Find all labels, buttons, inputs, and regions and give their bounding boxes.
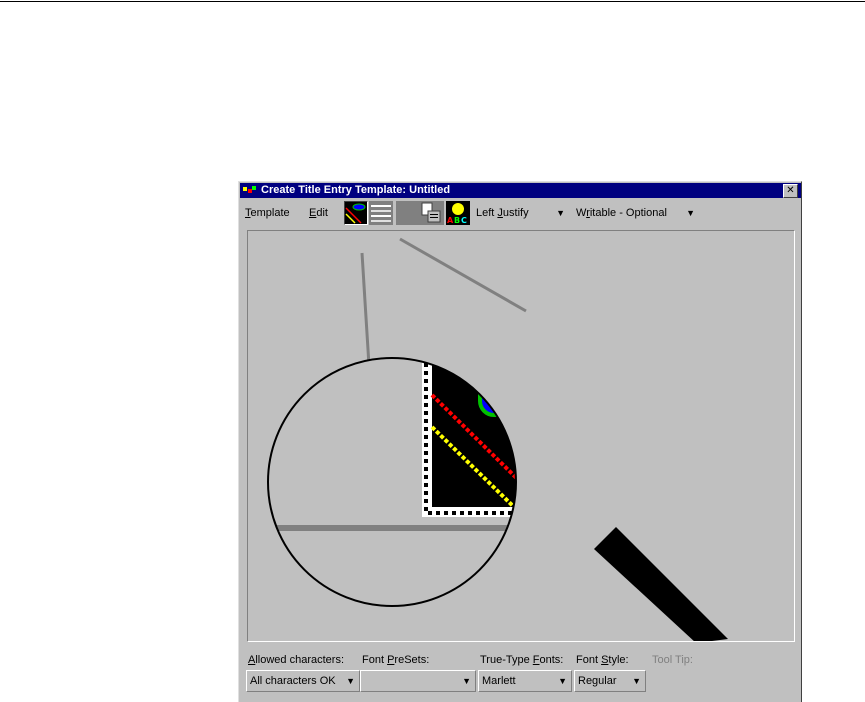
menu-template-label: emplate xyxy=(250,207,290,219)
magnifier-lens-content: TVG xyxy=(268,358,536,606)
label-style-post: tyle: xyxy=(608,654,629,666)
chevron-down-icon: ▼ xyxy=(632,676,641,686)
justify-label-post: ustify xyxy=(502,207,529,219)
label-presets-pre: Font xyxy=(362,654,388,666)
chevron-down-icon: ▼ xyxy=(556,208,565,218)
label-font-style: Font Style: xyxy=(576,654,629,666)
svg-text:B: B xyxy=(454,216,460,225)
title-bar[interactable]: Create Title Entry Template: Untitled ✕ xyxy=(240,183,801,198)
writable-label-pre: W xyxy=(576,207,587,219)
page-layout-icon[interactable] xyxy=(420,201,444,225)
font-style-value: Regular xyxy=(578,675,617,687)
badge-text: TVG xyxy=(496,385,536,410)
label-presets-post: reSets: xyxy=(394,654,430,666)
text-color-abc-icon[interactable]: A B C xyxy=(446,201,470,225)
menu-edit-label: dit xyxy=(316,207,328,219)
label-allowed-post: llowed characters: xyxy=(255,654,344,666)
font-style-select[interactable]: Regular ▼ xyxy=(574,670,646,692)
label-truetype-fonts: True-Type Fonts: xyxy=(480,654,563,666)
writable-dropdown[interactable]: Writable - Optional ▼ xyxy=(573,203,699,223)
menu-edit[interactable]: Edit xyxy=(309,207,328,219)
magnifier-illustration: TVG xyxy=(267,237,728,641)
label-font-presets: Font PreSets: xyxy=(362,654,429,666)
chevron-down-icon: ▼ xyxy=(686,208,695,218)
writable-label-post: itable - Optional xyxy=(589,207,667,219)
menu-template[interactable]: Template xyxy=(245,207,290,219)
blank-tool-icon[interactable] xyxy=(396,201,420,225)
svg-text:A: A xyxy=(447,216,454,225)
bottom-fields: All characters OK ▼ ▼ Marlett ▼ Regular … xyxy=(239,670,801,694)
label-allowed-characters: Allowed characters: xyxy=(248,654,344,666)
label-truetype-mnemonic: F xyxy=(532,654,540,666)
close-icon[interactable]: ✕ xyxy=(783,184,798,198)
app-icon xyxy=(243,186,256,193)
label-truetype-post: onts: xyxy=(539,654,564,666)
label-tool-tip: Tool Tip: xyxy=(652,654,693,666)
chevron-down-icon: ▼ xyxy=(346,676,355,686)
truetype-fonts-select[interactable]: Marlett ▼ xyxy=(478,670,572,692)
justify-label-pre: Left xyxy=(476,207,498,219)
page-top-rule xyxy=(0,1,865,2)
template-window: Create Title Entry Template: Untitled ✕ … xyxy=(238,181,802,702)
zoom-guide-line-right xyxy=(399,237,527,313)
chevron-down-icon: ▼ xyxy=(558,676,567,686)
bottom-labels: Allowed characters: Font PreSets: True-T… xyxy=(239,654,801,668)
template-canvas[interactable]: TVG xyxy=(247,230,795,642)
allowed-characters-value: All characters OK xyxy=(250,675,336,687)
toolbar: Template Edit A B C Left Justify ▼ Writa… xyxy=(240,199,801,227)
window-title: Create Title Entry Template: Untitled xyxy=(261,184,451,196)
label-truetype-pre: True-Type xyxy=(480,654,533,666)
truetype-fonts-value: Marlett xyxy=(482,675,516,687)
justify-dropdown[interactable]: Left Justify ▼ xyxy=(473,203,569,223)
draw-tools-icon[interactable] xyxy=(344,201,368,225)
allowed-characters-select[interactable]: All characters OK ▼ xyxy=(246,670,360,692)
chevron-down-icon: ▼ xyxy=(462,676,471,686)
svg-text:C: C xyxy=(461,216,467,225)
font-presets-select[interactable]: ▼ xyxy=(360,670,476,692)
grid-lines-icon[interactable] xyxy=(369,201,393,225)
label-style-pre: Font xyxy=(576,654,602,666)
magnifier-handle xyxy=(594,527,728,641)
